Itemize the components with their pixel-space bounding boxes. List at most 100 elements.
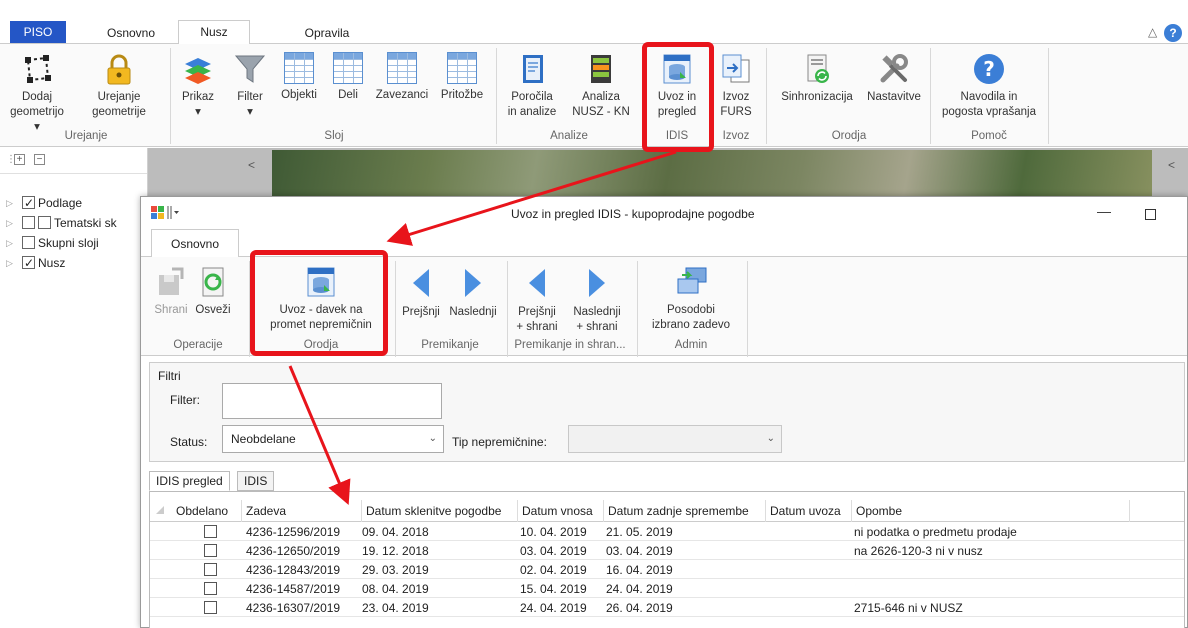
column-header-zadeva[interactable]: Zadeva — [242, 500, 362, 522]
expand-arrow-icon[interactable]: ▷ — [6, 194, 13, 212]
tab-opravila[interactable]: Opravila — [292, 22, 362, 44]
table-row[interactable]: 4236-12596/2019 09. 04. 2018 10. 04. 201… — [150, 523, 1184, 541]
cell-sprememba: 16. 04. 2019 — [606, 563, 673, 577]
column-header-datum-sklenitve[interactable]: Datum sklenitve pogodbe — [362, 500, 518, 522]
obdelano-checkbox[interactable] — [204, 563, 217, 576]
checkbox[interactable] — [22, 216, 35, 229]
tree-item-skupni-sloji[interactable]: ▷ Skupni sloji — [6, 234, 99, 252]
table-row[interactable]: 4236-16307/2019 23. 04. 2019 24. 04. 201… — [150, 599, 1184, 617]
table-row[interactable]: 4236-14587/2019 08. 04. 2019 15. 04. 201… — [150, 580, 1184, 598]
column-header-datum-zadnje-spremembe[interactable]: Datum zadnje spremembe — [604, 500, 766, 522]
filter-input[interactable] — [222, 383, 442, 419]
add-geometry-label-1: Dodaj — [21, 91, 53, 103]
izvoz-label-1: Izvoz — [722, 91, 750, 103]
objekti-button[interactable]: Objekti — [274, 52, 324, 103]
sinhronizacija-button[interactable]: Sinhronizacija — [772, 52, 862, 105]
maximize-icon[interactable] — [1145, 209, 1156, 220]
porocila-button[interactable]: Poročila in analize — [500, 52, 564, 120]
collapse-ribbon-icon[interactable]: △ — [1148, 25, 1157, 39]
svg-text:?: ? — [983, 57, 995, 81]
column-header-datum-uvoza[interactable]: Datum uvoza — [766, 500, 852, 522]
tab-idis[interactable]: IDIS — [237, 471, 275, 491]
osvezi-button[interactable]: Osveži — [193, 265, 233, 318]
select-all-icon[interactable] — [156, 506, 164, 514]
cell-sprememba: 26. 04. 2019 — [606, 601, 673, 615]
checkbox[interactable] — [22, 236, 35, 249]
table-row[interactable]: 4236-12843/2019 29. 03. 2019 02. 04. 201… — [150, 561, 1184, 579]
deli-label: Deli — [338, 89, 358, 101]
filter-dropdown: ▾ — [247, 106, 253, 118]
posodobi-button[interactable]: Posodobi izbrano zadevo — [641, 265, 741, 333]
edit-geometry-button[interactable]: Urejanje geometrije — [74, 52, 164, 120]
obdelano-checkbox[interactable] — [204, 601, 217, 614]
cell-vnos: 15. 04. 2019 — [520, 582, 587, 596]
tab-piso[interactable]: PISO — [10, 21, 66, 44]
tree-item-tematski[interactable]: ▷ Tematski sk — [6, 214, 117, 232]
obdelano-checkbox[interactable] — [204, 582, 217, 595]
quick-access-icon[interactable] — [151, 205, 179, 224]
table-row[interactable]: 4236-12650/2019 19. 12. 2018 03. 04. 201… — [150, 542, 1184, 560]
column-header-opombe[interactable]: Opombe — [852, 500, 1130, 522]
ribbon-separator — [766, 48, 767, 144]
map-view[interactable] — [272, 150, 1152, 198]
update-icon — [674, 265, 708, 299]
sync-icon — [800, 52, 834, 86]
cell-vnos: 24. 04. 2019 — [520, 601, 587, 615]
group-label-operacije: Operacije — [173, 339, 223, 351]
filter-button[interactable]: Filter ▾ — [228, 52, 272, 120]
checkbox[interactable] — [22, 194, 35, 212]
column-header-obdelano[interactable]: Obdelano — [172, 500, 242, 522]
collapse-right-panel-icon[interactable]: < — [1168, 158, 1175, 172]
naslednji-shrani-button[interactable]: Naslednji + shrani — [567, 265, 627, 335]
obdelano-checkbox[interactable] — [204, 525, 217, 538]
add-geometry-button[interactable]: Dodaj geometrijo ▾ — [6, 52, 68, 135]
ribbon-separator — [395, 261, 396, 357]
tree-item-podlage[interactable]: ▷ Podlage — [6, 194, 83, 212]
sinhronizacija-label: Sinhronizacija — [781, 91, 853, 103]
tree-label: Podlage — [38, 196, 83, 210]
prejsnji-button[interactable]: Prejšnji — [397, 265, 445, 320]
naslednji-button[interactable]: Naslednji — [445, 265, 501, 320]
collapse-panel-icon[interactable]: < — [248, 158, 255, 172]
dialog-titlebar: Uvoz in pregled IDIS - kupoprodajne pogo… — [141, 197, 1187, 231]
expand-all-icon[interactable]: + — [14, 154, 25, 165]
cell-vnos: 02. 04. 2019 — [520, 563, 587, 577]
izvoz-furs-button[interactable]: Izvoz FURS — [712, 52, 760, 120]
column-header-datum-vnosa[interactable]: Datum vnosa — [518, 500, 604, 522]
expand-arrow-icon[interactable]: ▷ — [6, 214, 13, 232]
obdelano-checkbox[interactable] — [204, 544, 217, 557]
tab-osnovno[interactable]: Osnovno — [151, 229, 239, 257]
nastavitve-button[interactable]: Nastavitve — [862, 52, 926, 105]
checkbox-partial[interactable] — [38, 216, 51, 229]
porocila-label-2: in analize — [507, 106, 557, 118]
tip-nepremicnine-select[interactable]: ⌄ — [568, 425, 782, 453]
expand-arrow-icon[interactable]: ▷ — [6, 234, 13, 252]
shrani-button[interactable]: Shrani — [151, 265, 191, 318]
prikaz-button[interactable]: Prikaz ▾ — [176, 52, 220, 120]
pritozbe-button[interactable]: Pritožbe — [434, 52, 490, 103]
status-select[interactable]: Neobdelane ⌄ — [222, 425, 444, 453]
analiza-nusz-kn-button[interactable]: Analiza NUSZ - KN — [566, 52, 636, 120]
zavezanci-button[interactable]: Zavezanci — [372, 52, 432, 103]
prejsnji-shrani-button[interactable]: Prejšnji + shrani — [511, 265, 563, 335]
help-icon[interactable]: ? — [1164, 24, 1182, 42]
chevron-down-icon: ⌄ — [428, 433, 437, 444]
expand-arrow-icon[interactable]: ▷ — [6, 254, 13, 272]
cell-vnos: 03. 04. 2019 — [520, 544, 587, 558]
grid-icon — [447, 52, 477, 84]
cell-sklenitev: 19. 12. 2018 — [362, 544, 429, 558]
tree-item-nusz[interactable]: ▷ Nusz — [6, 254, 65, 272]
prikaz-dropdown: ▾ — [195, 106, 201, 118]
cell-zadeva: 4236-12843/2019 — [246, 563, 341, 577]
tab-osnovno[interactable]: Osnovno — [94, 22, 168, 44]
collapse-all-icon[interactable]: − — [34, 154, 45, 165]
tab-idis-pregled[interactable]: IDIS pregled — [149, 471, 230, 491]
minimize-icon[interactable]: — — [1097, 203, 1111, 219]
navodila-button[interactable]: ? Navodila in pogosta vprašanja — [934, 52, 1044, 120]
group-label-urejanje: Urejanje — [64, 130, 108, 142]
edit-geometry-label-1: Urejanje — [97, 91, 141, 103]
deli-button[interactable]: Deli — [326, 52, 370, 103]
checkbox[interactable] — [22, 254, 35, 272]
shrani-label: Shrani — [154, 304, 188, 316]
tab-nusz[interactable]: Nusz — [178, 20, 250, 44]
